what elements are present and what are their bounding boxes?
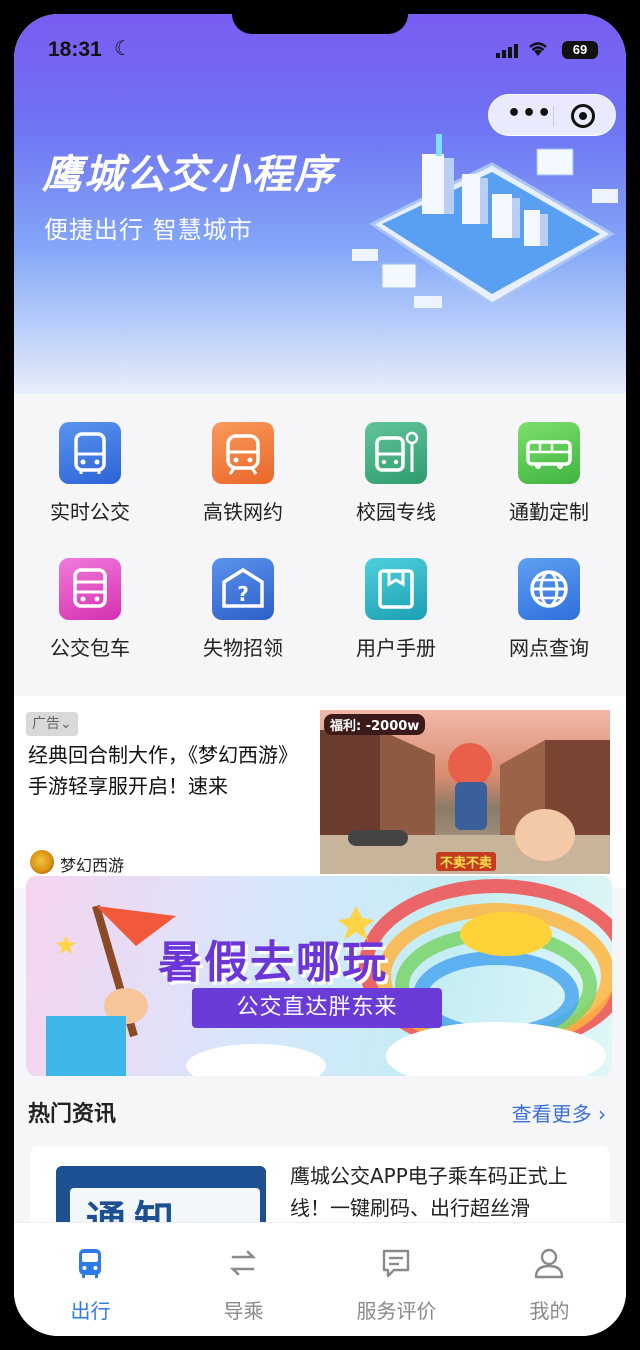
transfer-icon <box>229 1250 257 1276</box>
campus-bus-icon <box>365 422 427 484</box>
banner-pill: 公交直达胖东来 <box>192 988 442 1028</box>
user-icon <box>534 1248 564 1279</box>
wifi-icon <box>528 40 548 63</box>
ad-image-banner: 福利: -2000w <box>324 714 426 735</box>
tab-bar: 出行 导乘 服务评价 我的 <box>14 1222 626 1336</box>
phone-screen: 18:31 ☾ 69 ••• 鹰城公交小程序 便捷出行 智慧城市 实时公交 高铁… <box>14 14 626 1336</box>
service-lost-found[interactable]: ? 失物招领 <box>167 544 317 664</box>
service-label: 公交包车 <box>50 636 130 660</box>
hero-title: 鹰城公交小程序 <box>42 152 336 198</box>
news-headline: 鹰城公交APP电子乘车码正式上线！一键刷码、出行超丝滑 <box>290 1164 568 1220</box>
tab-service-review[interactable]: 服务评价 <box>320 1223 473 1336</box>
hero-subtitle: 便捷出行 智慧城市 <box>44 216 253 244</box>
service-user-manual[interactable]: 用户手册 <box>320 544 470 664</box>
tab-label: 我的 <box>529 1299 570 1323</box>
ad-brand: 梦幻西游 <box>60 856 125 875</box>
service-label: 失物招领 <box>203 636 283 660</box>
charter-bus-icon <box>59 558 121 620</box>
tab-mine[interactable]: 我的 <box>473 1223 626 1336</box>
tab-travel[interactable]: 出行 <box>14 1223 167 1336</box>
train-icon <box>212 422 274 484</box>
bus-tab-icon <box>79 1249 101 1278</box>
smart-city-illustration <box>352 134 618 308</box>
tab-label: 出行 <box>70 1299 111 1323</box>
tab-label: 服务评价 <box>356 1299 437 1323</box>
service-grid: 实时公交 高铁网约 校园专线 通勤定制 公交包车 ? 失物招领 用户手册 网点查… <box>14 394 626 694</box>
brand-logo-icon <box>30 850 54 874</box>
comment-icon <box>382 1249 410 1278</box>
service-rail-ride[interactable]: 高铁网约 <box>167 408 317 528</box>
lost-found-icon: ? <box>212 558 274 620</box>
service-label: 校园专线 <box>356 500 436 524</box>
tab-label: 导乘 <box>223 1299 264 1323</box>
banner-headline: 暑假去哪玩 <box>158 937 388 988</box>
service-commute-custom[interactable]: 通勤定制 <box>473 408 623 528</box>
ad-image[interactable]: 福利: -2000w 不卖不卖 <box>320 710 610 874</box>
hero-banner: 18:31 ☾ 69 ••• 鹰城公交小程序 便捷出行 智慧城市 <box>14 14 626 394</box>
service-label: 通勤定制 <box>509 500 589 524</box>
tab-guide[interactable]: 导乘 <box>167 1223 320 1336</box>
ad-text: 经典回合制大作，《梦幻西游》手游轻享服开启！速来 <box>28 743 298 798</box>
commute-bus-icon <box>518 422 580 484</box>
service-label: 网点查询 <box>509 636 589 660</box>
bus-front-icon <box>59 422 121 484</box>
signal-icon <box>496 44 518 58</box>
status-bar: 18:31 ☾ 69 <box>14 36 626 66</box>
ad-image-caption: 不卖不卖 <box>436 852 497 871</box>
service-label: 用户手册 <box>356 636 436 660</box>
status-time: 18:31 <box>48 38 102 61</box>
battery-indicator: 69 <box>562 41 598 59</box>
ad-tag[interactable]: 广告⌄ <box>26 712 78 736</box>
manual-icon <box>365 558 427 620</box>
news-section-header: 热门资讯 查看更多 › <box>14 1092 626 1132</box>
service-label: 实时公交 <box>50 500 130 524</box>
svg-text:?: ? <box>237 582 249 606</box>
view-more-link[interactable]: 查看更多 › <box>512 1098 606 1127</box>
promo-banner[interactable]: 暑假去哪玩 公交直达胖东来 <box>26 876 612 1076</box>
globe-icon <box>518 558 580 620</box>
news-section-title: 热门资讯 <box>28 1102 117 1127</box>
service-realtime-bus[interactable]: 实时公交 <box>14 408 164 528</box>
service-label: 高铁网约 <box>203 500 283 524</box>
notch <box>232 14 408 34</box>
service-outlet-query[interactable]: 网点查询 <box>473 544 623 664</box>
ad-card[interactable]: 广告⌄ 经典回合制大作，《梦幻西游》手游轻享服开启！速来 梦幻西游 福利: -2… <box>14 696 626 888</box>
service-bus-charter[interactable]: 公交包车 <box>14 544 164 664</box>
service-campus-line[interactable]: 校园专线 <box>320 408 470 528</box>
moon-icon: ☾ <box>114 36 132 60</box>
